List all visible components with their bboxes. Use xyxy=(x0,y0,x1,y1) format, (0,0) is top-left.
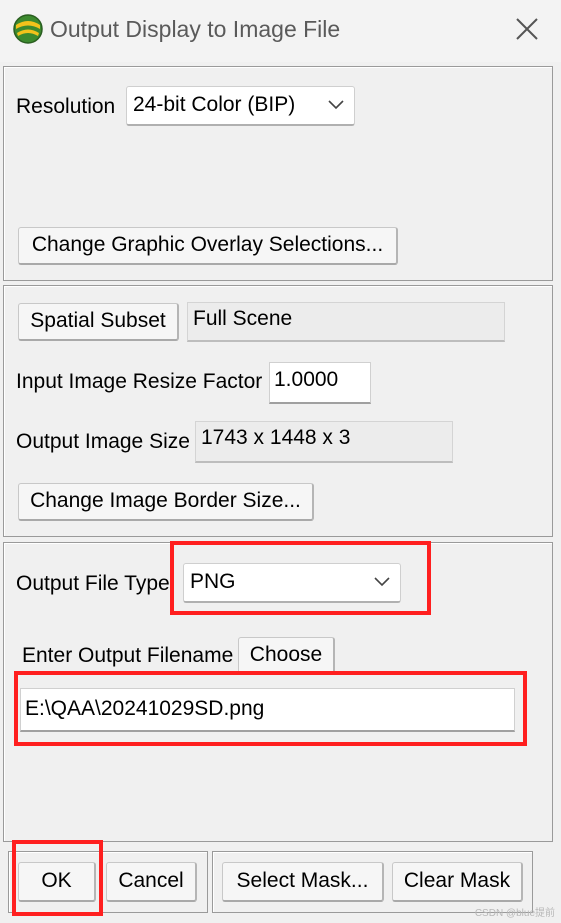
output-filename-label: Enter Output Filename xyxy=(22,644,234,667)
title-bar: Output Display to Image File xyxy=(0,0,561,62)
file-type-select-value: PNG xyxy=(190,570,236,593)
select-mask-button[interactable]: Select Mask... xyxy=(222,862,384,902)
file-type-select[interactable]: PNG xyxy=(183,563,401,603)
ok-button[interactable]: OK xyxy=(18,862,96,902)
spatial-subset-value: Full Scene xyxy=(187,302,505,342)
resolution-label: Resolution xyxy=(16,95,116,118)
window-title: Output Display to Image File xyxy=(50,16,341,42)
cancel-button[interactable]: Cancel xyxy=(106,862,197,902)
envi-globe-icon xyxy=(13,14,43,44)
chevron-down-icon xyxy=(374,577,390,587)
resize-factor-label: Input Image Resize Factor xyxy=(16,370,263,393)
file-type-label: Output File Type xyxy=(16,572,170,595)
resolution-select[interactable]: 24-bit Color (BIP) xyxy=(126,86,355,126)
resize-factor-input[interactable]: 1.0000 xyxy=(269,362,371,404)
output-filename-input[interactable]: E:\QAA\20241029SD.png xyxy=(20,688,515,732)
change-border-size-button[interactable]: Change Image Border Size... xyxy=(18,483,314,521)
resolution-select-value: 24-bit Color (BIP) xyxy=(133,93,296,116)
spatial-subset-button[interactable]: Spatial Subset xyxy=(18,303,179,341)
choose-button[interactable]: Choose xyxy=(238,637,335,675)
watermark: CSDN @blue提前 xyxy=(474,908,555,919)
chevron-down-icon xyxy=(328,100,344,110)
change-graphic-overlay-button[interactable]: Change Graphic Overlay Selections... xyxy=(18,227,398,265)
clear-mask-button[interactable]: Clear Mask xyxy=(392,862,523,902)
output-size-value: 1743 x 1448 x 3 xyxy=(195,421,453,463)
close-icon[interactable] xyxy=(510,12,544,46)
output-size-label: Output Image Size xyxy=(16,430,190,453)
